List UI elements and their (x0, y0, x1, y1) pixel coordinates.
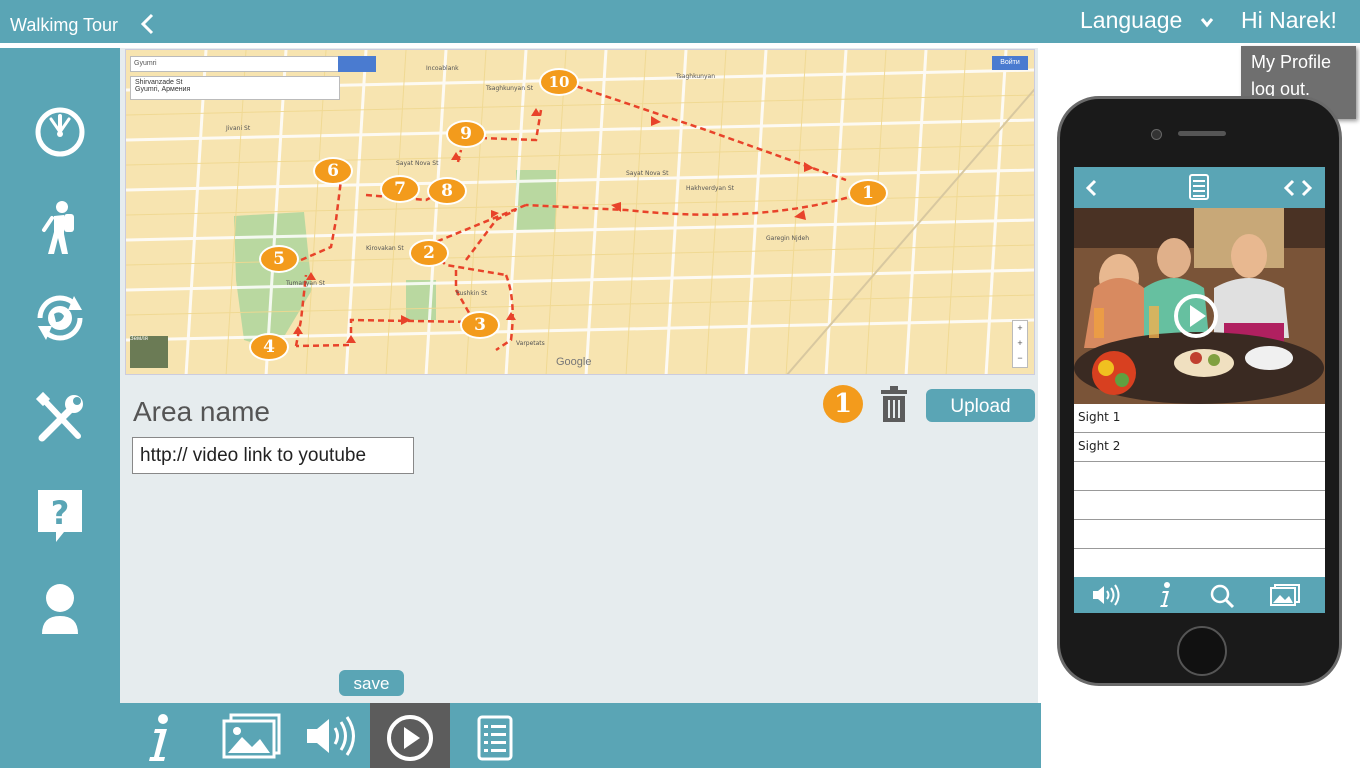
svg-text:Tsaghkunyan: Tsaghkunyan (675, 73, 715, 80)
step-badge: 1 (823, 385, 863, 423)
svg-text:Pushkin St: Pushkin St (456, 290, 488, 297)
video-thumbnail[interactable] (1074, 208, 1325, 404)
video-url-input[interactable] (132, 437, 414, 474)
menu-item-my-profile[interactable]: My Profile (1251, 52, 1331, 73)
route-marker-9[interactable]: 9 (446, 120, 486, 148)
list-tab[interactable] (456, 703, 536, 768)
list-item[interactable]: Sight 1 (1074, 404, 1325, 433)
route-marker-3[interactable]: 3 (460, 311, 500, 339)
phone-screen: Sight 1 Sight 2 (1074, 167, 1325, 613)
svg-text:Hakhverdyan St: Hakhverdyan St (686, 185, 735, 192)
info-icon (149, 714, 168, 761)
audio-icon[interactable] (1092, 583, 1122, 607)
svg-text:Tumanyan St: Tumanyan St (285, 280, 326, 287)
app-title: Walkimg Tour (10, 15, 119, 35)
trash-icon[interactable] (880, 386, 908, 422)
image-icon (222, 713, 281, 759)
bottom-toolbar (120, 703, 1041, 768)
route-marker-1[interactable]: 1 (848, 179, 888, 207)
svg-text:Sayat Nova St: Sayat Nova St (626, 170, 669, 177)
area-name-label: Area name (133, 396, 270, 427)
map-attribution: Google (556, 356, 592, 368)
search-icon[interactable] (1209, 583, 1235, 609)
route-map[interactable]: Incoablank Tsaghkunyan St Tsaghkunyan Ji… (125, 49, 1035, 375)
tools-icon[interactable] (30, 388, 90, 448)
phone-camera (1151, 129, 1162, 140)
map-info-street: Shirvanzade St (135, 79, 183, 86)
chevron-left-icon[interactable] (1084, 179, 1098, 197)
map-info-card: Shirvanzade St Gyumri, Армения (130, 76, 340, 100)
map-zoom-control[interactable]: + + − (1012, 320, 1028, 368)
svg-text:?: ? (51, 494, 70, 532)
list-item[interactable]: Sight 2 (1074, 433, 1325, 462)
audio-tab[interactable] (290, 703, 370, 768)
user-icon[interactable] (30, 578, 90, 638)
list-item[interactable] (1074, 520, 1325, 549)
info-icon[interactable] (1156, 582, 1174, 608)
sidebar: ? (0, 48, 120, 768)
dashboard-icon[interactable] (30, 102, 90, 162)
chevron-right-icon[interactable] (1300, 179, 1314, 197)
phone-home-button (1177, 626, 1227, 676)
map-info-city: Gyumri, Армения (135, 86, 191, 93)
map-earth-thumbnail[interactable]: Земля (130, 336, 168, 368)
phone-header (1074, 167, 1325, 208)
route-marker-6[interactable]: 6 (313, 157, 353, 185)
chevron-left-icon[interactable] (138, 12, 158, 36)
route-marker-2[interactable]: 2 (409, 239, 449, 267)
chevron-left-icon[interactable] (1282, 179, 1296, 197)
phone-speaker (1178, 131, 1226, 136)
gallery-tab[interactable] (207, 703, 287, 768)
list-icon (477, 715, 513, 761)
play-icon (387, 715, 433, 761)
video-tab[interactable] (370, 703, 450, 768)
svg-text:Varpetats: Varpetats (516, 340, 545, 347)
phone-bottom-bar (1074, 577, 1325, 613)
audio-icon (307, 716, 355, 756)
language-selector[interactable]: Language (1080, 7, 1182, 34)
svg-text:Garegin Njdeh: Garegin Njdeh (766, 235, 809, 242)
svg-text:Tsaghkunyan St: Tsaghkunyan St (485, 85, 534, 92)
user-greeting[interactable]: Hi Narek! (1241, 7, 1337, 34)
list-item[interactable] (1074, 491, 1325, 520)
list-icon[interactable] (1188, 173, 1210, 201)
route-marker-7[interactable]: 7 (380, 175, 420, 203)
top-bar: Walkimg Tour Language Hi Narek! (0, 0, 1360, 43)
upload-button[interactable]: Upload (926, 389, 1035, 422)
hiker-icon[interactable] (30, 198, 90, 258)
route-marker-5[interactable]: 5 (259, 245, 299, 273)
route-marker-4[interactable]: 4 (249, 333, 289, 361)
svg-text:Incoablank: Incoablank (426, 65, 459, 72)
list-item[interactable] (1074, 462, 1325, 491)
save-button[interactable]: save (339, 670, 404, 696)
chevron-down-icon[interactable] (1200, 15, 1214, 29)
svg-text:Jivani St: Jivani St (225, 125, 251, 132)
video-photo (1074, 208, 1325, 404)
list-item[interactable] (1074, 549, 1325, 578)
image-icon[interactable] (1270, 584, 1300, 606)
svg-text:Kirovakan St: Kirovakan St (366, 245, 404, 252)
route-marker-10[interactable]: 10 (539, 68, 579, 96)
route-marker-8[interactable]: 8 (427, 177, 467, 205)
info-tab[interactable] (120, 703, 200, 768)
globe-sync-icon[interactable] (30, 288, 90, 348)
map-login-button[interactable]: Войти (992, 56, 1028, 70)
svg-text:Sayat Nova St: Sayat Nova St (396, 160, 439, 167)
map-search-button[interactable] (338, 56, 376, 72)
help-icon[interactable]: ? (30, 484, 90, 544)
